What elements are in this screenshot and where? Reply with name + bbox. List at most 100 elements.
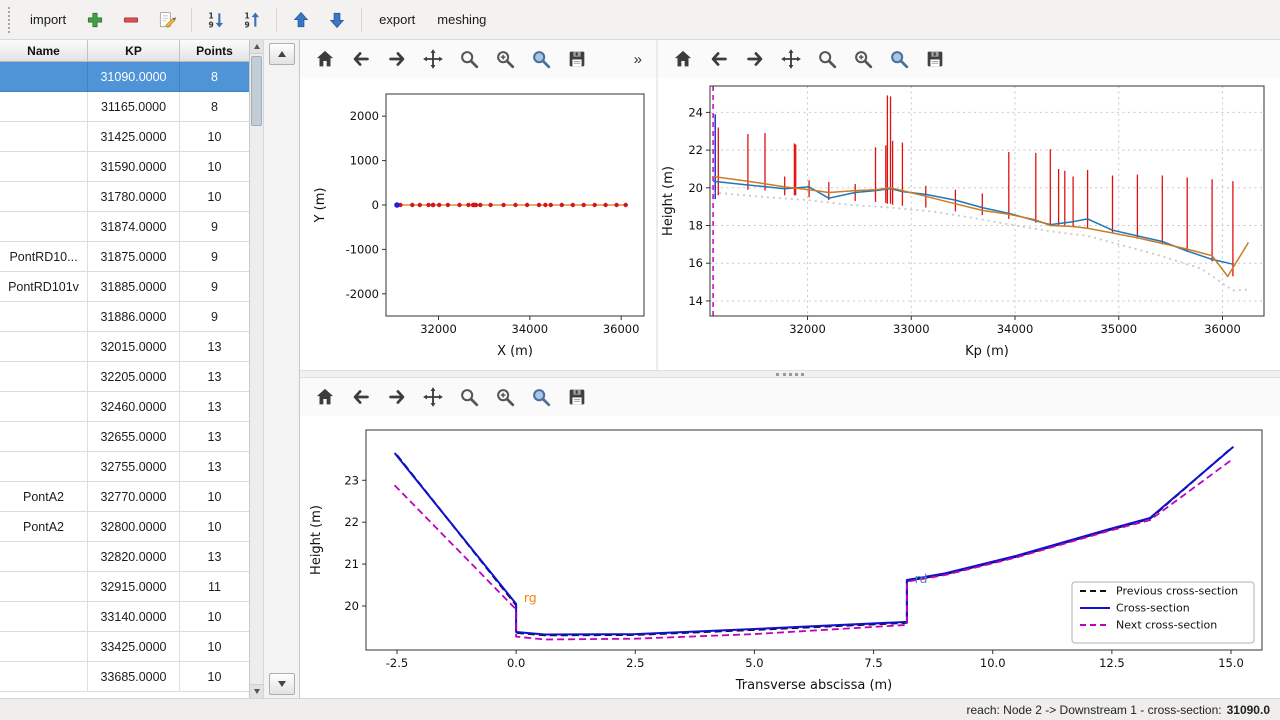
toolbar-overflow-button[interactable]: »: [630, 51, 646, 68]
mpl-home-button[interactable]: [310, 44, 340, 74]
cell-kp[interactable]: 32820.0000: [88, 542, 180, 572]
cell-points[interactable]: 10: [180, 602, 249, 632]
cell-points[interactable]: 13: [180, 422, 249, 452]
cell-name[interactable]: [0, 362, 88, 392]
mpl-back-button[interactable]: [346, 44, 376, 74]
cell-kp[interactable]: 31165.0000: [88, 92, 180, 122]
scroll-down-button[interactable]: [269, 673, 295, 695]
mpl-save-button[interactable]: [562, 382, 592, 412]
table-row[interactable]: PontA232770.000010: [0, 482, 249, 512]
cell-points[interactable]: 10: [180, 662, 249, 692]
scroll-up-button[interactable]: [269, 43, 295, 65]
table-row[interactable]: 31165.00008: [0, 92, 249, 122]
cell-name[interactable]: PontRD10...: [0, 242, 88, 272]
export-button[interactable]: export: [371, 8, 423, 31]
table-row[interactable]: 33140.000010: [0, 602, 249, 632]
meshing-button[interactable]: meshing: [429, 8, 494, 31]
scrollbar-up-arrow-icon[interactable]: [250, 40, 263, 54]
cell-points[interactable]: 9: [180, 212, 249, 242]
cell-points[interactable]: 10: [180, 182, 249, 212]
cell-kp[interactable]: 32205.0000: [88, 362, 180, 392]
cell-kp[interactable]: 32015.0000: [88, 332, 180, 362]
mpl-customize-button[interactable]: [526, 382, 556, 412]
cell-points[interactable]: 8: [180, 92, 249, 122]
cell-kp[interactable]: 31590.0000: [88, 152, 180, 182]
cell-name[interactable]: [0, 452, 88, 482]
cell-name[interactable]: [0, 302, 88, 332]
cell-name[interactable]: PontA2: [0, 482, 88, 512]
cell-kp[interactable]: 32755.0000: [88, 452, 180, 482]
cell-name[interactable]: PontRD101v: [0, 272, 88, 302]
cell-name[interactable]: [0, 632, 88, 662]
mpl-save-button[interactable]: [562, 44, 592, 74]
cell-points[interactable]: 10: [180, 122, 249, 152]
table-row[interactable]: 32205.000013: [0, 362, 249, 392]
column-header-kp[interactable]: KP: [88, 40, 180, 62]
cell-name[interactable]: [0, 122, 88, 152]
cell-name[interactable]: [0, 662, 88, 692]
table-row[interactable]: 32755.000013: [0, 452, 249, 482]
cell-name[interactable]: PontA2: [0, 512, 88, 542]
add-button[interactable]: [80, 5, 110, 35]
cell-points[interactable]: 13: [180, 452, 249, 482]
mpl-zoom-button[interactable]: [454, 382, 484, 412]
cell-kp[interactable]: 32460.0000: [88, 392, 180, 422]
longitudinal-profile-chart[interactable]: 3200033000340003500036000141618202224Kp …: [658, 78, 1278, 370]
cell-points[interactable]: 9: [180, 242, 249, 272]
column-header-points[interactable]: Points: [180, 40, 250, 62]
table-row[interactable]: 32655.000013: [0, 422, 249, 452]
cell-name[interactable]: [0, 392, 88, 422]
cell-kp[interactable]: 33140.0000: [88, 602, 180, 632]
cell-name[interactable]: [0, 422, 88, 452]
cell-kp[interactable]: 31874.0000: [88, 212, 180, 242]
table-row[interactable]: PontA232800.000010: [0, 512, 249, 542]
table-row[interactable]: 31780.000010: [0, 182, 249, 212]
mpl-subplots-button[interactable]: [848, 44, 878, 74]
mpl-save-button[interactable]: [920, 44, 950, 74]
cell-points[interactable]: 11: [180, 572, 249, 602]
cell-kp[interactable]: 33425.0000: [88, 632, 180, 662]
column-header-name[interactable]: Name: [0, 40, 88, 62]
import-button[interactable]: import: [22, 8, 74, 31]
mpl-zoom-button[interactable]: [454, 44, 484, 74]
cell-points[interactable]: 9: [180, 302, 249, 332]
mpl-pan-button[interactable]: [418, 382, 448, 412]
remove-button[interactable]: [116, 5, 146, 35]
cell-points[interactable]: 13: [180, 362, 249, 392]
mpl-home-button[interactable]: [310, 382, 340, 412]
cell-kp[interactable]: 31886.0000: [88, 302, 180, 332]
scrollbar-down-arrow-icon[interactable]: [250, 684, 263, 698]
cell-points[interactable]: 13: [180, 392, 249, 422]
edit-button[interactable]: [152, 5, 182, 35]
cell-name[interactable]: [0, 62, 88, 92]
scrollbar-thumb[interactable]: [251, 56, 262, 126]
cell-kp[interactable]: 32800.0000: [88, 512, 180, 542]
toolbar-grip[interactable]: [8, 7, 13, 33]
mpl-pan-button[interactable]: [776, 44, 806, 74]
table-row[interactable]: 33425.000010: [0, 632, 249, 662]
cell-points[interactable]: 10: [180, 632, 249, 662]
mpl-forward-button[interactable]: [382, 382, 412, 412]
table-row[interactable]: 31874.00009: [0, 212, 249, 242]
cell-points[interactable]: 9: [180, 272, 249, 302]
cell-name[interactable]: [0, 92, 88, 122]
mpl-subplots-button[interactable]: [490, 44, 520, 74]
cell-kp[interactable]: 31885.0000: [88, 272, 180, 302]
table-row[interactable]: PontRD10...31875.00009: [0, 242, 249, 272]
table-scrollbar[interactable]: [250, 40, 264, 698]
cell-kp[interactable]: 31875.0000: [88, 242, 180, 272]
cell-points[interactable]: 10: [180, 512, 249, 542]
sort-ascending-button[interactable]: 1 9: [201, 5, 231, 35]
table-row[interactable]: PontRD101v31885.00009: [0, 272, 249, 302]
cell-kp[interactable]: 32655.0000: [88, 422, 180, 452]
table-row[interactable]: 32015.000013: [0, 332, 249, 362]
cell-name[interactable]: [0, 542, 88, 572]
cell-points[interactable]: 10: [180, 482, 249, 512]
table-row[interactable]: 33685.000010: [0, 662, 249, 692]
sort-descending-button[interactable]: 1 9: [237, 5, 267, 35]
cell-name[interactable]: [0, 602, 88, 632]
cell-kp[interactable]: 31780.0000: [88, 182, 180, 212]
plan-view-chart[interactable]: 320003400036000-2000-1000010002000X (m)Y…: [300, 78, 656, 370]
cell-points[interactable]: 13: [180, 332, 249, 362]
cell-kp[interactable]: 31090.0000: [88, 62, 180, 92]
